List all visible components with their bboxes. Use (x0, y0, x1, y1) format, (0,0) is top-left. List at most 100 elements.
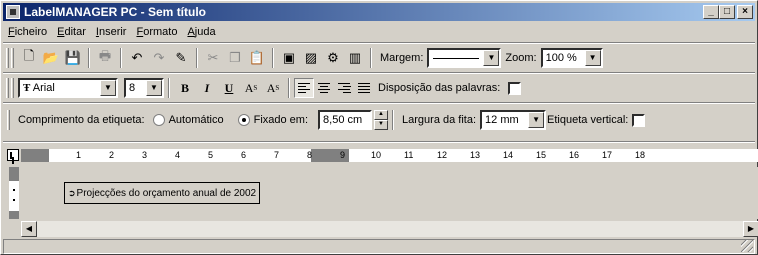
bold-button[interactable]: B (174, 77, 196, 99)
menu-formato[interactable]: Formato (131, 26, 182, 38)
toolbar-separator (370, 48, 372, 68)
font-size-select[interactable]: 8 ▼ (124, 78, 164, 98)
toolbar-grip[interactable] (6, 48, 9, 68)
fixed-label: Fixado em: (253, 113, 309, 126)
new-icon[interactable]: 🗋 (18, 47, 40, 69)
justify-button[interactable] (354, 78, 374, 98)
radio-selected-icon[interactable] (237, 114, 250, 127)
toolbar-separator (272, 48, 274, 68)
menu-editar[interactable]: Editar (52, 26, 91, 38)
radio-icon[interactable] (152, 114, 165, 127)
ruler-tick: 4 (175, 150, 181, 160)
ruler-tick: 1 (76, 150, 82, 160)
tape-width-value: 12 mm (485, 114, 519, 126)
zoom-label: Zoom: (505, 52, 537, 64)
close-button[interactable]: × (737, 5, 753, 19)
margin-line (433, 57, 480, 59)
menu-inserir[interactable]: Inserir (91, 26, 132, 38)
ruler-tick: 11 (404, 150, 414, 160)
vertical-ruler[interactable] (9, 167, 19, 219)
ruler-tick: 6 (241, 150, 247, 160)
maximize-button[interactable]: □ (719, 5, 735, 19)
scroll-left-icon[interactable]: ◀ (21, 221, 37, 237)
menu-ajuda[interactable]: Ajuda (182, 26, 220, 38)
word-layout-checkbox[interactable] (508, 81, 522, 95)
zoom-value: 100 % (545, 52, 577, 64)
ruler-tick: 2 (109, 150, 115, 160)
separator (3, 72, 755, 74)
edit-icon[interactable]: ✎ (170, 47, 192, 69)
toolbar-grip[interactable] (11, 48, 14, 68)
align-center-button[interactable] (314, 78, 334, 98)
redo-icon[interactable]: ↷ (148, 47, 170, 69)
toolbar-separator (120, 48, 122, 68)
clipart-icon[interactable]: ▣ (278, 47, 300, 69)
vruler-margin-top (9, 167, 19, 181)
cut-icon[interactable]: ✂ (202, 47, 224, 69)
app-icon (6, 5, 20, 19)
subscript-button[interactable]: AS (262, 77, 284, 99)
tab-stop-icon[interactable] (7, 149, 19, 161)
chevron-down-icon[interactable]: ▼ (100, 80, 116, 96)
align-right-button[interactable] (334, 78, 354, 98)
align-left-button[interactable] (294, 78, 314, 98)
superscript-button[interactable]: AS (240, 77, 262, 99)
ruler-tick: 9 (340, 150, 346, 160)
barcode-icon[interactable]: ▥ (344, 47, 366, 69)
resize-grip-icon[interactable] (741, 240, 753, 252)
open-icon[interactable]: 📂 (40, 47, 62, 69)
copy-icon[interactable]: ❐ (224, 47, 246, 69)
font-select[interactable]: Ŧ Arial ▼ (18, 78, 118, 98)
chevron-down-icon[interactable]: ▼ (146, 80, 162, 96)
ruler-tick: 14 (503, 150, 514, 160)
toolbar-grip[interactable] (7, 110, 10, 130)
vertical-label: Etiqueta vertical: (547, 114, 629, 126)
fixed-length-input[interactable]: 8,50 cm (318, 110, 373, 130)
toolbar-separator (168, 78, 170, 98)
title-bar: LabelMANAGER PC - Sem título _ □ × (3, 3, 755, 21)
margin-select[interactable]: ▼ (427, 48, 502, 68)
chevron-down-icon[interactable]: ▼ (528, 112, 545, 128)
label-toolbar: Comprimento da etiqueta: Automático Fixa… (3, 105, 646, 135)
font-value: Ŧ Arial (20, 82, 100, 94)
ruler-tick: 17 (602, 150, 613, 160)
image-icon[interactable]: ▨ (300, 47, 322, 69)
chevron-down-icon[interactable]: ▼ (584, 50, 601, 66)
underline-button[interactable]: U (218, 77, 240, 99)
tape-width-select[interactable]: 12 mm ▼ (480, 110, 547, 130)
save-icon[interactable]: 💾 (62, 47, 84, 69)
vertical-checkbox[interactable] (632, 113, 646, 127)
ruler-margin-left (21, 149, 49, 162)
margem-label: Margem: (380, 52, 424, 64)
paste-icon[interactable]: 📋 (246, 47, 268, 69)
minimize-button[interactable]: _ (703, 5, 719, 19)
automatic-label: Automático (168, 113, 224, 126)
spin-up-icon[interactable]: ▲ (374, 110, 389, 120)
menu-ficheiro[interactable]: Ficheiro (3, 26, 52, 38)
undo-icon[interactable]: ↶ (126, 47, 148, 69)
italic-button[interactable]: I (196, 77, 218, 99)
spin-down-icon[interactable]: ▼ (374, 120, 389, 130)
horizontal-ruler[interactable]: 1 2 3 4 5 6 7 8 9 10 11 12 13 14 15 16 1… (21, 149, 758, 162)
ruler-tick: 18 (635, 150, 646, 160)
label-canvas[interactable]: ➲ Projecções do orçamento anual de 2002 (21, 167, 758, 219)
chevron-down-icon[interactable]: ▼ (483, 50, 500, 66)
word-layout-label: Disposição das palavras: (378, 82, 501, 94)
ruler-tick: 8 (307, 150, 313, 160)
label-textbox[interactable]: ➲ Projecções do orçamento anual de 2002 (64, 182, 261, 204)
ruler-tick: 10 (371, 150, 382, 160)
toolbar-grip[interactable] (11, 78, 14, 98)
fixed-radio[interactable]: Fixado em: (237, 113, 309, 127)
fixed-length-spinner[interactable]: ▲ ▼ (374, 110, 389, 130)
automatic-radio[interactable]: Automático (152, 113, 224, 127)
print-icon[interactable]: 🖶 (94, 47, 116, 69)
format-toolbar: Ŧ Arial ▼ 8 ▼ B I U AS AS Disposição das… (3, 75, 522, 101)
ruler-tick: 3 (142, 150, 148, 160)
toolbar-grip[interactable] (6, 78, 9, 98)
vruler-margin-bottom (9, 211, 19, 219)
horizontal-scrollbar[interactable]: ◀ ▶ (21, 221, 758, 237)
toolbar-separator (392, 110, 395, 130)
symbol-icon[interactable]: ⚙ (322, 47, 344, 69)
scroll-right-icon[interactable]: ▶ (743, 221, 758, 237)
zoom-select[interactable]: 100 % ▼ (540, 48, 603, 68)
